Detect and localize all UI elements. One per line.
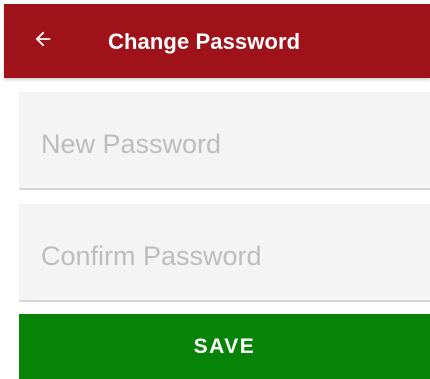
page-title: Change Password [108, 29, 301, 54]
back-button[interactable] [26, 24, 60, 58]
save-button[interactable]: SAVE [19, 314, 430, 379]
confirm-password-field-container [19, 204, 430, 302]
confirm-password-input[interactable] [41, 238, 421, 274]
arrow-left-icon [32, 28, 54, 55]
confirm-password-underline [19, 300, 430, 302]
new-password-field-container [19, 92, 430, 190]
app-bar: Change Password [4, 4, 430, 78]
new-password-input[interactable] [41, 126, 421, 162]
new-password-underline [19, 188, 430, 190]
